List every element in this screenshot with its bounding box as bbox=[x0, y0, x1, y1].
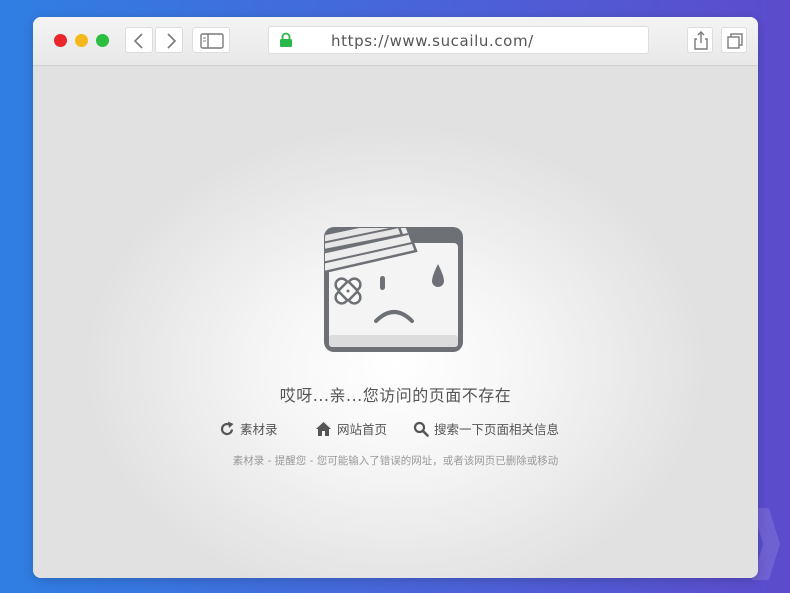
maximize-window-button[interactable] bbox=[96, 34, 109, 47]
error-note: 素材录 - 提醒您 - 您可能输入了错误的网址，或者该网页已删除或移动 bbox=[232, 455, 559, 467]
chevron-right-icon bbox=[167, 33, 177, 49]
browser-toolbar: https://www.sucailu.com/ bbox=[33, 17, 758, 66]
close-window-button[interactable] bbox=[54, 34, 67, 47]
sad-bandaged-face-icon bbox=[324, 227, 463, 352]
sidebar-icon bbox=[200, 33, 224, 49]
link-sucailu-label: 素材录 bbox=[240, 422, 278, 437]
lock-icon bbox=[279, 32, 293, 52]
back-button[interactable] bbox=[125, 27, 153, 53]
minimize-window-button[interactable] bbox=[75, 34, 88, 47]
link-search-related-label: 搜索一下页面相关信息 bbox=[434, 422, 560, 437]
browser-window: https://www.sucailu.com/ 哎呀...亲...您访问的页面… bbox=[33, 17, 758, 578]
tabs-overview-button[interactable] bbox=[721, 27, 747, 53]
error-headline: 哎呀...亲...您访问的页面不存在 bbox=[279, 386, 512, 405]
error-links: 素材录 网站首页 搜索一下页面相关信息 bbox=[33, 419, 758, 439]
address-bar[interactable]: https://www.sucailu.com/ bbox=[268, 26, 649, 54]
sidebar-toggle-button[interactable] bbox=[192, 27, 230, 53]
link-sucailu[interactable]: 素材录 bbox=[219, 419, 278, 438]
search-icon bbox=[413, 421, 429, 437]
link-homepage[interactable]: 网站首页 bbox=[315, 419, 387, 438]
tabs-icon bbox=[727, 33, 743, 49]
share-icon bbox=[694, 31, 708, 50]
page-content: 哎呀...亲...您访问的页面不存在 素材录 网站首页 搜索一下页面相关信息 素… bbox=[33, 66, 758, 578]
url-text: https://www.sucailu.com/ bbox=[331, 32, 534, 50]
refresh-icon bbox=[220, 421, 234, 435]
link-search-related[interactable]: 搜索一下页面相关信息 bbox=[413, 419, 559, 438]
home-icon bbox=[316, 421, 331, 436]
link-homepage-label: 网站首页 bbox=[337, 422, 388, 437]
chevron-left-icon bbox=[133, 33, 143, 49]
forward-button[interactable] bbox=[155, 27, 183, 53]
share-button[interactable] bbox=[687, 27, 713, 53]
